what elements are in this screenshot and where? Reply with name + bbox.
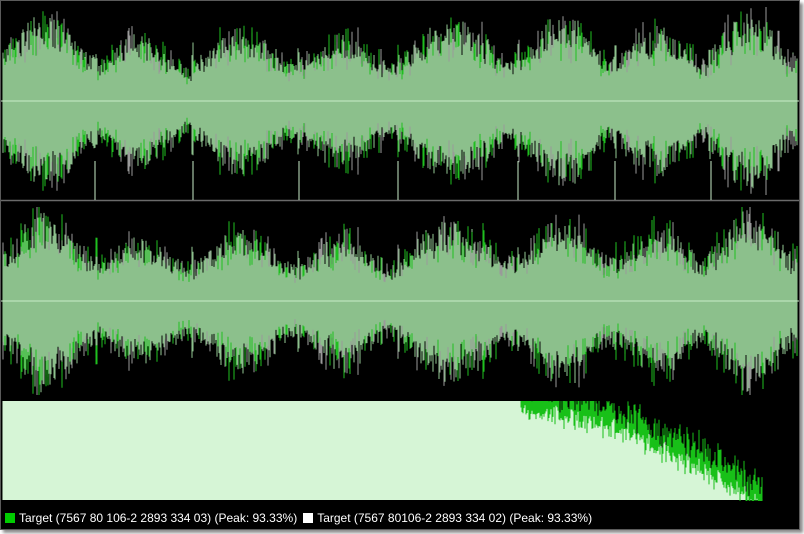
- distribution-plot: [2, 401, 763, 501]
- legend-item-target-2: Target (7567 80106-2 2893 334 02) (Peak:…: [303, 511, 592, 525]
- legend-swatch-white: [303, 513, 314, 523]
- legend-label-target-2: Target (7567 80106-2 2893 334 02) (Peak:…: [317, 511, 593, 525]
- waveform-window: Target (7567 80 106-2 2893 334 03) (Peak…: [0, 0, 800, 530]
- waveform-canvas[interactable]: [1, 1, 799, 501]
- legend-label-target-1: Target (7567 80 106-2 2893 334 03) (Peak…: [19, 511, 298, 525]
- legend-item-target-1: Target (7567 80 106-2 2893 334 03) (Peak…: [5, 511, 297, 525]
- channel-bottom-waveform: [1, 207, 799, 395]
- legend-swatch-green: [5, 513, 15, 523]
- channel-top-waveform: [1, 7, 799, 195]
- legend: Target (7567 80 106-2 2893 334 03) (Peak…: [1, 507, 799, 529]
- channel-dividers: [1, 161, 799, 202]
